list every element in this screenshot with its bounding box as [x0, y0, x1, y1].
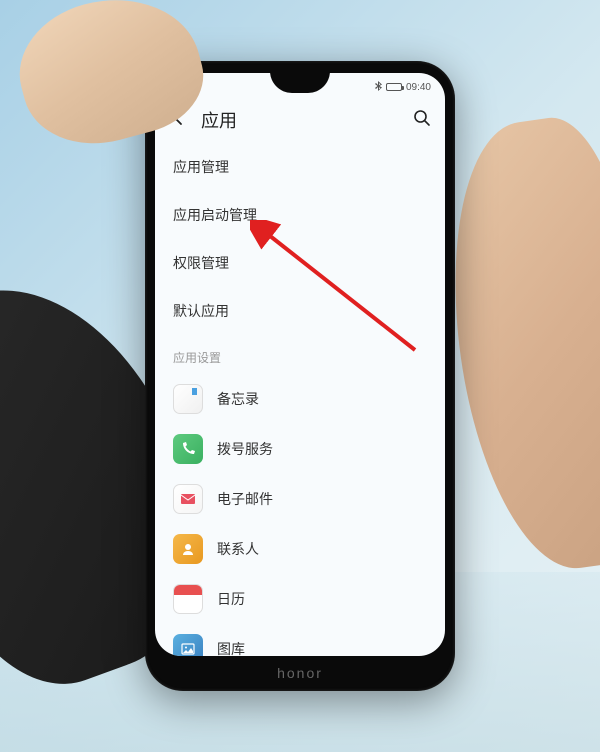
section-header-app-settings: 应用设置: [155, 335, 445, 374]
app-item-dialer[interactable]: 拨号服务: [155, 424, 445, 474]
page-title: 应用: [201, 107, 399, 133]
app-item-notes[interactable]: 备忘录: [155, 374, 445, 424]
app-item-label: 日历: [217, 589, 245, 609]
phone-screen: 09:40 应用 应用管理 应用启动管理 权限管理 默认应用: [155, 73, 445, 656]
search-button[interactable]: [413, 109, 431, 132]
menu-item-label: 默认应用: [173, 303, 229, 319]
app-item-calendar[interactable]: 日历: [155, 574, 445, 624]
app-item-label: 拨号服务: [217, 439, 273, 459]
app-item-label: 图库: [217, 639, 245, 656]
calendar-icon: [173, 584, 203, 614]
phone-icon: [173, 434, 203, 464]
gallery-icon: [173, 634, 203, 656]
phone-brand-label: honor: [145, 665, 455, 681]
phone-device: 09:40 应用 应用管理 应用启动管理 权限管理 默认应用: [145, 61, 455, 691]
menu-item-label: 应用启动管理: [173, 207, 257, 223]
app-item-contacts[interactable]: 联系人: [155, 524, 445, 574]
menu-item-label: 权限管理: [173, 255, 229, 271]
app-item-label: 联系人: [217, 539, 259, 559]
notes-icon: [173, 384, 203, 414]
menu-item-default-apps[interactable]: 默认应用: [155, 287, 445, 335]
app-item-label: 备忘录: [217, 389, 259, 409]
back-button[interactable]: [169, 108, 187, 132]
menu-item-permissions[interactable]: 权限管理: [155, 239, 445, 287]
menu-item-app-launch[interactable]: 应用启动管理: [155, 191, 445, 239]
bluetooth-icon: [375, 81, 382, 94]
contacts-icon: [173, 534, 203, 564]
app-item-gallery[interactable]: 图库: [155, 624, 445, 656]
battery-icon: [386, 83, 402, 91]
menu-item-app-management[interactable]: 应用管理: [155, 143, 445, 191]
menu-item-label: 应用管理: [173, 159, 229, 175]
settings-list: 应用管理 应用启动管理 权限管理 默认应用 应用设置 备忘录 拨号服务: [155, 143, 445, 656]
status-time: 09:40: [406, 82, 431, 93]
app-item-email[interactable]: 电子邮件: [155, 474, 445, 524]
app-item-label: 电子邮件: [217, 489, 273, 509]
signal-icon: [169, 81, 181, 94]
wifi-icon: [185, 81, 197, 94]
page-header: 应用: [155, 97, 445, 143]
email-icon: [173, 484, 203, 514]
